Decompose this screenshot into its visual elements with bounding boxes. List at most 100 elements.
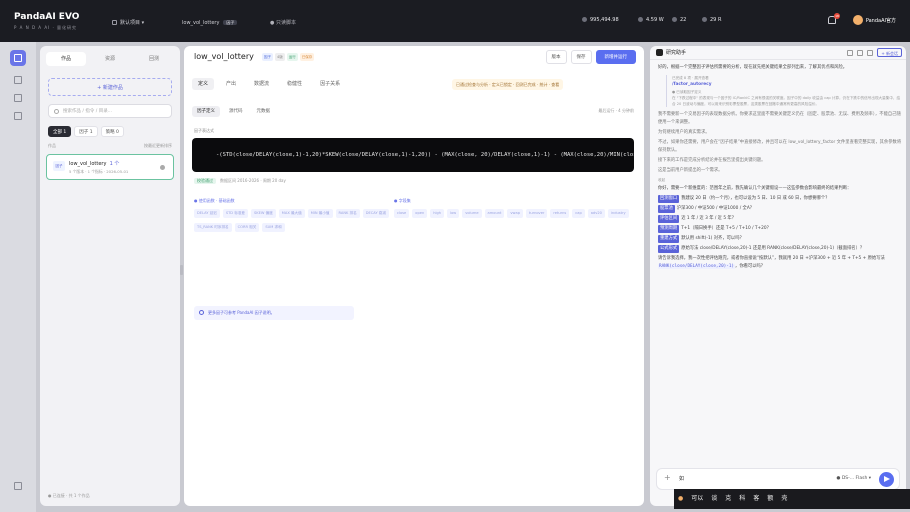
field-chip[interactable]: returns: [550, 209, 570, 218]
rail-factor-icon[interactable]: [10, 50, 26, 66]
stat-count: 22: [672, 17, 686, 23]
function-chip[interactable]: TS_RANK 时序排名: [194, 223, 232, 232]
new-session-button[interactable]: + 新会话: [877, 48, 902, 57]
field-chip[interactable]: adv20: [587, 209, 605, 218]
question-list: 回测窗口 我建议 20 日（约一个月），也可以设为 5 日、10 日 或 60 日…: [658, 195, 902, 253]
field-chip[interactable]: close: [394, 209, 410, 218]
function-chip[interactable]: SKEW 偏度: [251, 209, 276, 218]
tag-saved: 已保存: [299, 53, 315, 61]
history-icon[interactable]: [857, 50, 864, 56]
readonly-script-label: 只读脚本: [275, 20, 296, 26]
work-card[interactable]: 因子 low_vol_lottery 1 个 5 个版本 · 1 个指标 · 2…: [46, 154, 174, 180]
field-chip[interactable]: open: [412, 209, 428, 218]
field-chip[interactable]: industry: [607, 209, 629, 218]
chat-message: 好的，根据一个完整因子评估所需要的分析，现在就先把关键结果全部列出来，了解其优点…: [658, 65, 848, 70]
question-text: 近 1 年 / 近 3 年 / 近 5 年？: [681, 216, 737, 221]
ime-candidate[interactable]: 壳: [781, 495, 787, 502]
function-chip[interactable]: SUM 求和: [262, 223, 285, 232]
sort-toggle[interactable]: 按最近更新排序: [144, 143, 172, 149]
brand[interactable]: PandaAI EVO P A N D A AI · 量化研究: [14, 12, 79, 31]
ime-candidate[interactable]: 科: [739, 495, 745, 502]
user-name: PandaAI官方: [865, 18, 896, 24]
rail-data-icon[interactable]: [10, 72, 26, 88]
function-chip[interactable]: DELAY 延迟: [194, 209, 220, 218]
readonly-script-link[interactable]: ● 只读脚本: [270, 17, 296, 29]
chat-input[interactable]: + 如 ● DS-... Flash ▾: [656, 468, 900, 490]
chat-message: 接下来的工作是完成分析结论并在报告里提出关键问题。: [658, 158, 766, 163]
ime-candidate[interactable]: 额: [767, 495, 773, 502]
ime-candidate[interactable]: 客: [753, 495, 759, 502]
run-button[interactable]: 新增并运行: [595, 50, 636, 64]
rail-table-icon[interactable]: [10, 108, 26, 124]
field-chip[interactable]: high: [430, 209, 445, 218]
new-work-button[interactable]: + 新建作品: [48, 78, 172, 96]
chat-message: 不过，如果你还需要，用户会在“因子结果”中直接修改，并且可以在 low_vol_…: [658, 140, 902, 153]
attach-icon[interactable]: +: [664, 473, 671, 482]
filter-group: 全部 1 因子 1 策略 0: [48, 126, 127, 138]
sidebar-resize-handle[interactable]: [180, 265, 183, 275]
settings-icon[interactable]: [867, 50, 874, 56]
card-count: 1 个: [109, 161, 120, 167]
tab-works[interactable]: 作品: [46, 52, 86, 66]
card-menu-icon[interactable]: [160, 165, 165, 170]
question-label: 重建方式: [658, 235, 680, 243]
chat-message: 这是当前用户新提出的一个需求。: [658, 168, 723, 173]
filter-strategy[interactable]: 策略 0: [100, 126, 124, 137]
model-selector[interactable]: ● DS-... Flash ▾: [836, 476, 871, 481]
chat-message: 我不需要新一个交易因子的表现数据分析。你要求这里面不需要关键定义仍在（固定、股票…: [658, 112, 901, 125]
tab-relations[interactable]: 因子关系: [314, 78, 346, 90]
chat-title: 研究助手: [666, 50, 687, 56]
ime-candidate[interactable]: 谈: [711, 495, 717, 502]
collapse-toggle[interactable]: 收起: [658, 177, 902, 183]
project-switcher[interactable]: 默认项目 ▾: [112, 17, 144, 29]
function-chip[interactable]: RANK 排名: [335, 209, 360, 218]
tab-output[interactable]: 产出: [220, 78, 242, 90]
rail-settings-icon[interactable]: [10, 478, 26, 494]
field-chip[interactable]: volume: [462, 209, 482, 218]
tab-resources[interactable]: 资源: [90, 52, 130, 66]
save-button[interactable]: 保存: [570, 50, 592, 64]
subtab-factor-def[interactable]: 因子定义: [192, 106, 220, 117]
search-input[interactable]: 搜索作品 / 指令 / 目录...: [48, 104, 172, 118]
question-item: 重建方式 默认用 shift(-1) 对齐，可以吗？: [658, 235, 902, 243]
field-chip[interactable]: low: [447, 209, 460, 218]
info-icon: [199, 310, 204, 315]
assistant-logo-icon: [656, 49, 663, 56]
tab-robustness[interactable]: 稳健性: [281, 78, 308, 90]
function-chip[interactable]: MIN 最小值: [307, 209, 333, 218]
function-chip[interactable]: MAX 最大值: [278, 209, 305, 218]
ime-candidate[interactable]: 克: [725, 495, 731, 502]
function-chip[interactable]: DECAY 衰减: [362, 209, 389, 218]
user-menu[interactable]: PandaAI官方: [852, 15, 896, 25]
breadcrumb-factor[interactable]: low_vol_lottery 因子: [182, 17, 238, 29]
function-chip[interactable]: CORR 相关: [234, 223, 260, 232]
subtab-source[interactable]: 源代码: [224, 106, 248, 117]
field-chip[interactable]: turnover: [525, 209, 548, 218]
subtab-metadata[interactable]: 元数据: [252, 106, 276, 117]
add-icon[interactable]: [847, 50, 854, 56]
search-placeholder: 搜索作品 / 指令 / 目录...: [63, 109, 113, 114]
status-info-pill[interactable]: 已通过检查与分析 · 定义已锁定 · 回测已完成 · 统计 · 查看: [452, 79, 564, 90]
tab-backtest[interactable]: 回测: [134, 52, 174, 66]
function-chip[interactable]: STD 标准差: [222, 209, 248, 218]
question-text: 我建议 20 日（约一个月），也可以设为 5 日、10 日 或 60 日，你想要…: [681, 196, 830, 201]
filter-factor[interactable]: 因子 1: [74, 126, 98, 137]
question-item: 股票池 沪深300 / 中证500 / 中证1000 / 全A？: [658, 205, 902, 213]
ime-candidate[interactable]: 可以: [691, 495, 703, 502]
field-chip[interactable]: cap: [572, 209, 585, 218]
expression-code[interactable]: -(STD(close/DELAY(close,1)-1,20)*SKEW(cl…: [192, 138, 634, 172]
fields-section-title: ● 字段集: [394, 198, 411, 203]
card-title-text: low_vol_lottery: [69, 161, 107, 167]
tab-dataflow[interactable]: 数据流: [248, 78, 275, 90]
filter-all[interactable]: 全部 1: [48, 126, 72, 137]
field-chip[interactable]: amount: [484, 209, 505, 218]
list-head-label: 作品: [48, 143, 56, 148]
chat-messages[interactable]: 好的，根据一个完整因子评估所需要的分析，现在就先把关键结果全部列出来，了解其优点…: [658, 64, 902, 466]
send-icon[interactable]: [879, 472, 894, 487]
function-chips: DELAY 延迟 STD 标准差 SKEW 偏度 MAX 最大值 MIN 最小值 RANK…: [194, 209, 394, 237]
rail-star-icon[interactable]: [10, 90, 26, 106]
field-chip[interactable]: vwap: [507, 209, 523, 218]
version-button[interactable]: 版本: [545, 50, 567, 64]
reference-hint[interactable]: 更多因子可参考 PandaAI 因子说明。: [194, 306, 354, 320]
tab-definition[interactable]: 定义: [192, 78, 215, 90]
